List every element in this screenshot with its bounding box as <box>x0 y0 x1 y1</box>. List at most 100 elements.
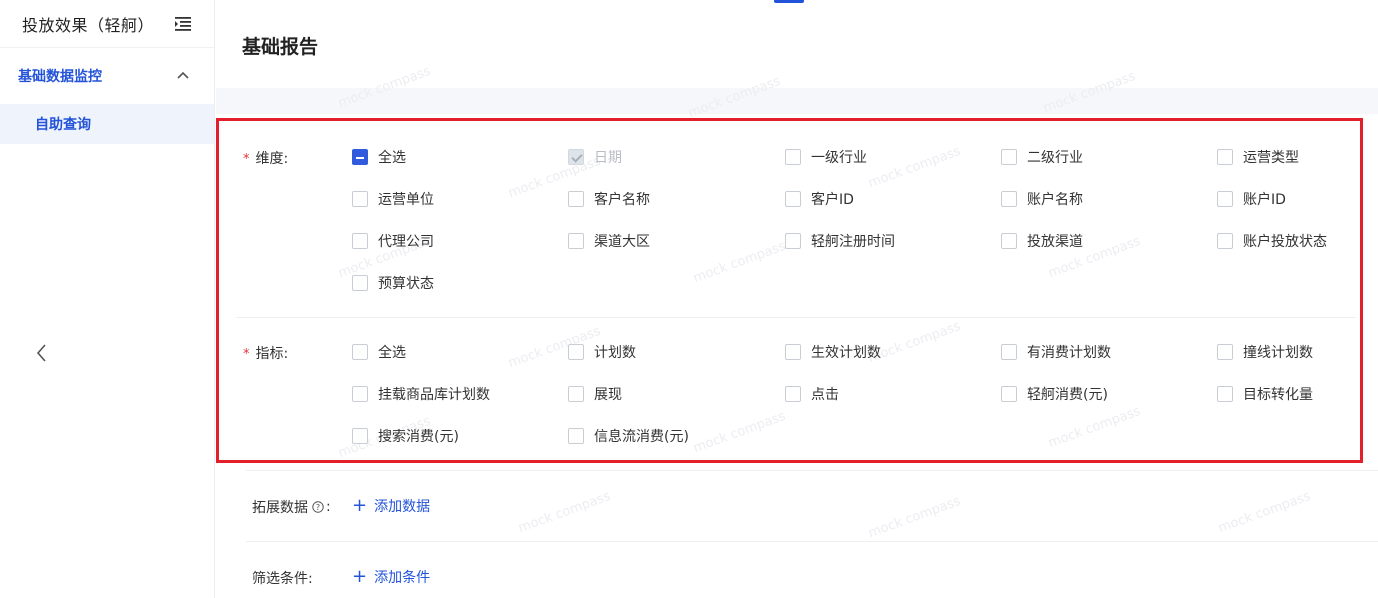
chevron-left-icon[interactable] <box>34 342 50 364</box>
dimension-option[interactable]: 账户ID <box>1217 188 1286 210</box>
dimension-option[interactable]: 预算状态 <box>352 272 434 294</box>
extended-data-label-text: 拓展数据 <box>252 500 308 516</box>
dimension-checkbox[interactable] <box>352 149 368 165</box>
top-tab-indicator <box>774 0 804 3</box>
dimension-option: 日期 <box>568 146 622 168</box>
dimension-option[interactable]: 二级行业 <box>1001 146 1083 168</box>
required-mark: * <box>243 347 250 362</box>
metric-option[interactable]: 生效计划数 <box>785 341 881 363</box>
sidebar-item-self-query[interactable]: 自助查询 <box>0 104 214 144</box>
metric-option-label: 轻舸消费(元) <box>1027 387 1108 403</box>
dimension-checkbox[interactable] <box>785 191 801 207</box>
sidebar: 投放效果（轻舸） 基础数据监控 自助查询 <box>0 0 215 598</box>
dimension-checkbox[interactable] <box>1001 191 1017 207</box>
watermark: mock compass <box>691 238 788 287</box>
metric-option-label: 点击 <box>811 387 839 403</box>
dimension-option-label: 二级行业 <box>1027 150 1083 166</box>
divider <box>246 541 1378 542</box>
add-filter-link[interactable]: + 添加条件 <box>352 567 430 587</box>
metric-option[interactable]: 挂载商品库计划数 <box>352 383 490 405</box>
sidebar-header: 投放效果（轻舸） <box>0 0 214 48</box>
metric-option-label: 展现 <box>594 387 622 403</box>
dimension-option[interactable]: 全选 <box>352 146 406 168</box>
dimension-option-label: 账户名称 <box>1027 192 1083 208</box>
menu-fold-icon[interactable] <box>175 16 193 32</box>
dimension-checkbox[interactable] <box>1217 233 1233 249</box>
metric-option[interactable]: 搜索消费(元) <box>352 425 459 447</box>
dimension-option[interactable]: 一级行业 <box>785 146 867 168</box>
sidebar-title: 投放效果（轻舸） <box>22 15 155 35</box>
dimension-checkbox[interactable] <box>785 149 801 165</box>
metric-option[interactable]: 目标转化量 <box>1217 383 1313 405</box>
dimension-option[interactable]: 轻舸注册时间 <box>785 230 895 252</box>
dimension-option[interactable]: 运营类型 <box>1217 146 1299 168</box>
metric-checkbox[interactable] <box>785 344 801 360</box>
dimension-checkbox[interactable] <box>352 233 368 249</box>
dimension-option[interactable]: 投放渠道 <box>1001 230 1083 252</box>
dimension-option[interactable]: 代理公司 <box>352 230 434 252</box>
dimension-checkbox[interactable] <box>1001 233 1017 249</box>
dimension-option[interactable]: 账户投放状态 <box>1217 230 1327 252</box>
help-circle-icon[interactable]: ? <box>312 501 324 513</box>
metric-label-text: 指标: <box>255 346 289 362</box>
dimension-option[interactable]: 客户名称 <box>568 188 650 210</box>
metric-option[interactable]: 点击 <box>785 383 839 405</box>
metric-checkbox[interactable] <box>352 344 368 360</box>
dimension-option-label: 客户ID <box>811 192 854 208</box>
dimension-checkbox[interactable] <box>352 191 368 207</box>
metric-checkbox[interactable] <box>568 344 584 360</box>
watermark: mock compass <box>516 488 613 537</box>
dimension-option[interactable]: 渠道大区 <box>568 230 650 252</box>
plus-icon: + <box>352 566 368 587</box>
filter-label: 筛选条件: <box>252 571 313 587</box>
dimension-option-label: 账户ID <box>1243 192 1286 208</box>
metric-option[interactable]: 信息流消费(元) <box>568 425 689 447</box>
metric-option[interactable]: 轻舸消费(元) <box>1001 383 1108 405</box>
dimension-checkbox[interactable] <box>1001 149 1017 165</box>
metric-checkbox[interactable] <box>1001 344 1017 360</box>
dimension-option-label: 预算状态 <box>378 276 434 292</box>
dimension-option-label: 全选 <box>378 150 406 166</box>
dimension-checkbox[interactable] <box>1217 149 1233 165</box>
dimension-checkbox[interactable] <box>352 275 368 291</box>
metric-option-label: 生效计划数 <box>811 345 881 361</box>
metric-checkbox[interactable] <box>568 428 584 444</box>
add-data-link[interactable]: + 添加数据 <box>352 496 430 516</box>
metric-option[interactable]: 计划数 <box>568 341 636 363</box>
dimension-option-label: 日期 <box>594 150 622 166</box>
metric-checkbox[interactable] <box>1217 386 1233 402</box>
label-colon: : <box>326 499 331 515</box>
watermark: mock compass <box>1046 403 1143 452</box>
svg-text:?: ? <box>316 503 320 512</box>
add-data-text: 添加数据 <box>374 499 431 515</box>
sidebar-group-basic-data[interactable]: 基础数据监控 <box>0 48 214 104</box>
metric-option[interactable]: 展现 <box>568 383 622 405</box>
dimension-option[interactable]: 运营单位 <box>352 188 434 210</box>
metric-checkbox[interactable] <box>568 386 584 402</box>
metric-checkbox[interactable] <box>1001 386 1017 402</box>
extended-data-label: 拓展数据 ? : <box>252 497 331 517</box>
dimension-option-label: 运营单位 <box>378 192 434 208</box>
watermark: mock compass <box>1216 488 1313 537</box>
sidebar-item-label: 自助查询 <box>35 117 91 133</box>
dimension-checkbox[interactable] <box>785 233 801 249</box>
metric-option-label: 搜索消费(元) <box>378 429 459 445</box>
metric-option[interactable]: 全选 <box>352 341 406 363</box>
section-separator <box>216 88 1378 114</box>
metric-option[interactable]: 撞线计划数 <box>1217 341 1313 363</box>
metric-option[interactable]: 有消费计划数 <box>1001 341 1111 363</box>
dimension-checkbox <box>568 149 584 165</box>
dimension-option-label: 代理公司 <box>378 234 434 250</box>
dimension-option[interactable]: 账户名称 <box>1001 188 1083 210</box>
dimension-checkbox[interactable] <box>568 191 584 207</box>
dimension-checkbox[interactable] <box>1217 191 1233 207</box>
dimension-option-label: 一级行业 <box>811 150 867 166</box>
dimension-checkbox[interactable] <box>568 233 584 249</box>
dimension-option-label: 渠道大区 <box>594 234 650 250</box>
metric-checkbox[interactable] <box>352 428 368 444</box>
required-mark: * <box>243 152 250 167</box>
metric-checkbox[interactable] <box>1217 344 1233 360</box>
metric-checkbox[interactable] <box>785 386 801 402</box>
dimension-option[interactable]: 客户ID <box>785 188 854 210</box>
metric-checkbox[interactable] <box>352 386 368 402</box>
